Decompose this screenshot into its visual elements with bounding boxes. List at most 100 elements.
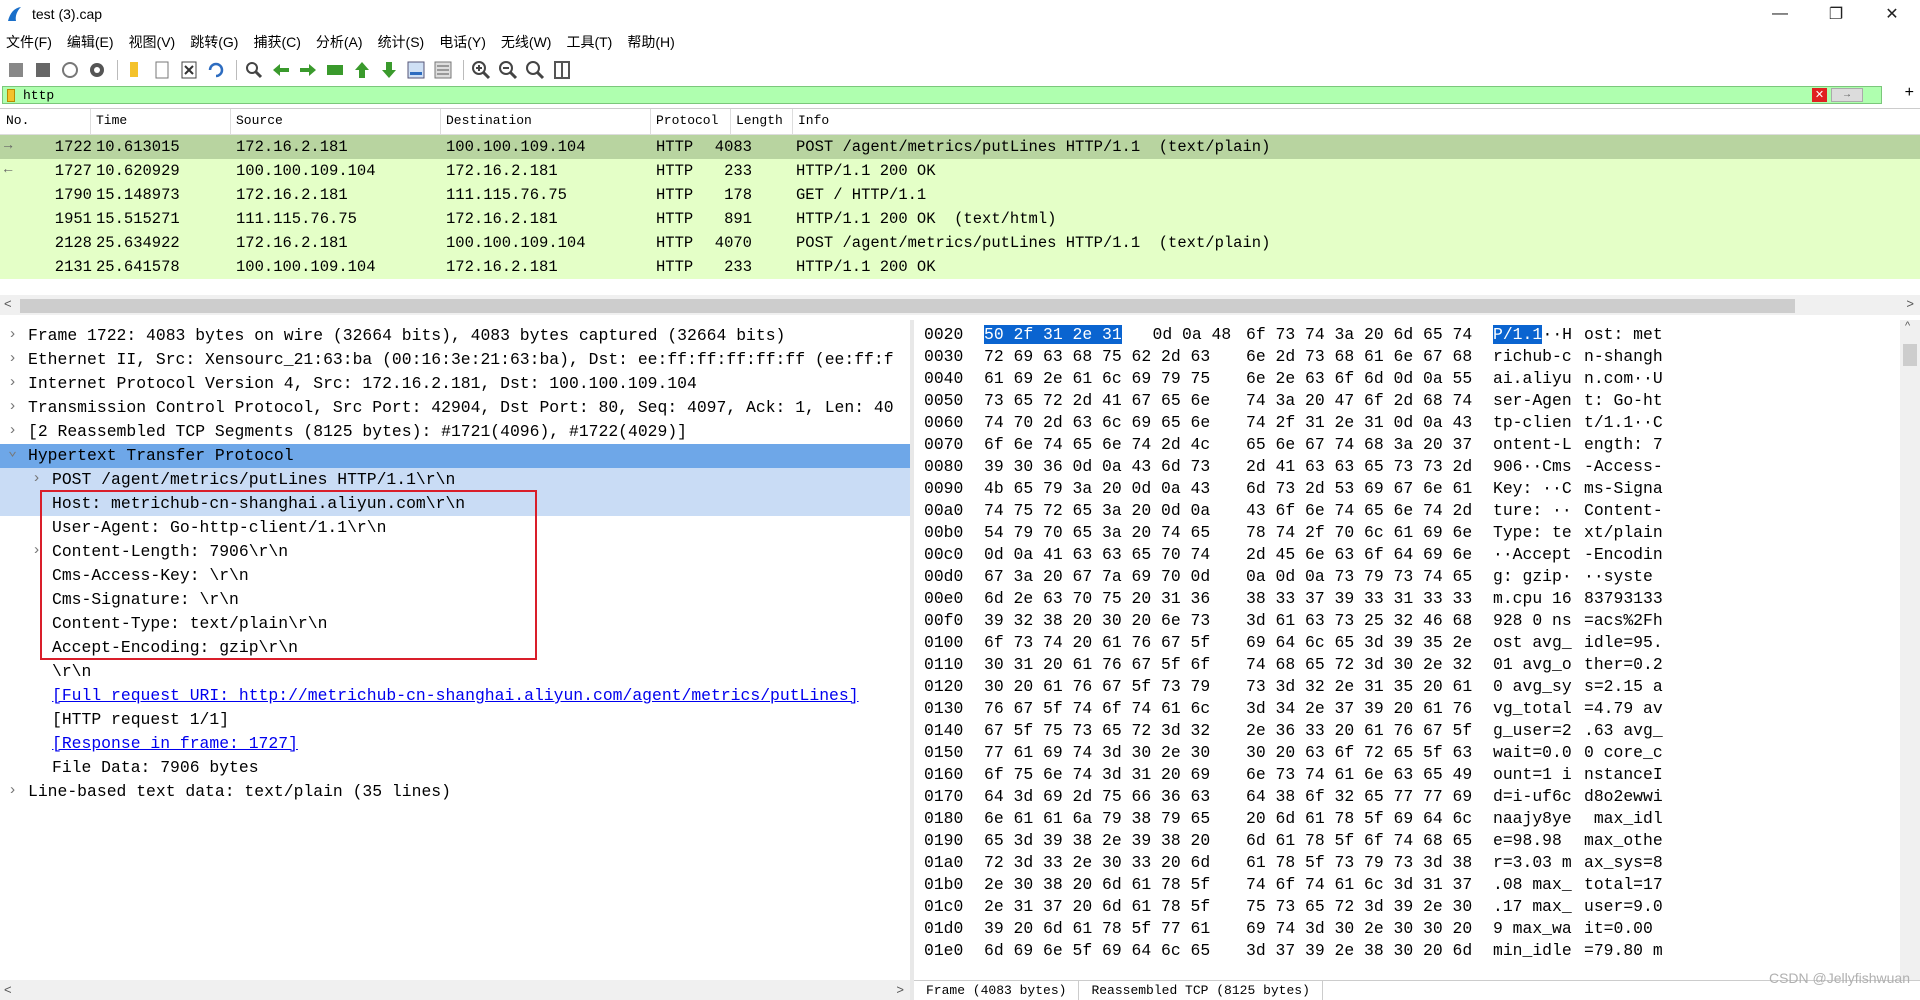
hex-row[interactable]: 01d0 39 20 6d 61 78 5f 77 61 69 74 3d 30 2…	[914, 918, 1914, 940]
column-header-info[interactable]: Info	[798, 113, 829, 128]
hex-row[interactable]: 0180 6e 61 61 6a 79 38 79 65 20 6d 61 78 5…	[914, 808, 1914, 830]
hex-row[interactable]: 01c0 2e 31 37 20 6d 61 78 5f 75 73 65 72 3…	[914, 896, 1914, 918]
hex-row[interactable]: 00d0 67 3a 20 67 7a 69 70 0d 0a 0d 0a 73 7…	[914, 566, 1914, 588]
capture-options-icon[interactable]	[85, 58, 109, 82]
column-separator[interactable]	[90, 109, 91, 135]
detail-tree-row[interactable]: › Internet Protocol Version 4, Src: 172.1…	[0, 372, 910, 396]
column-header-length[interactable]: Length	[736, 113, 783, 128]
open-file-icon[interactable]	[123, 58, 147, 82]
start-capture-icon[interactable]	[4, 58, 28, 82]
hex-row[interactable]: 0160 6f 75 6e 74 3d 31 20 69 6e 73 74 61 6…	[914, 764, 1914, 786]
collapsed-icon[interactable]: ›	[32, 470, 41, 487]
detail-tree-row[interactable]: [Response in frame: 1727]	[0, 732, 910, 756]
apply-filter-button[interactable]: →	[1831, 88, 1863, 102]
hex-row[interactable]: 0060 74 70 2d 63 6c 69 65 6e 74 2f 31 2e 3…	[914, 412, 1914, 434]
hex-row[interactable]: 0070 6f 6e 74 65 6e 74 2d 4c 65 6e 67 74 6…	[914, 434, 1914, 456]
hex-row[interactable]: 00f0 39 32 38 20 30 20 6e 73 3d 61 63 73 2…	[914, 610, 1914, 632]
save-file-icon[interactable]	[150, 58, 174, 82]
hex-row[interactable]: 0100 6f 73 74 20 61 76 67 5f 69 64 6c 65 3…	[914, 632, 1914, 654]
byte-tab-0[interactable]: Frame (4083 bytes)	[914, 981, 1080, 1000]
detail-tree-row[interactable]: [HTTP request 1/1]	[0, 708, 910, 732]
detail-tree-row[interactable]: › Line-based text data: text/plain (35 li…	[0, 780, 910, 804]
hex-row[interactable]: 00c0 0d 0a 41 63 63 65 70 74 2d 45 6e 63 6…	[914, 544, 1914, 566]
clear-filter-icon[interactable]: ✕	[1812, 88, 1827, 102]
detail-link[interactable]: [Response in frame: 1727]	[52, 734, 298, 753]
zoom-in-icon[interactable]	[469, 58, 493, 82]
column-separator[interactable]	[230, 109, 231, 135]
detail-link[interactable]: [Full request URI: http://metrichub-cn-s…	[52, 686, 859, 705]
detail-tree-row[interactable]: \r\n	[0, 660, 910, 684]
find-packet-icon[interactable]	[242, 58, 266, 82]
menu-item-10[interactable]: 帮助(H)	[627, 32, 674, 52]
scrollbar-thumb[interactable]	[1903, 344, 1917, 366]
scroll-left-icon[interactable]: <	[4, 982, 12, 997]
menu-item-2[interactable]: 视图(V)	[129, 32, 176, 52]
hex-row[interactable]: 0170 64 3d 69 2d 75 66 36 63 64 38 6f 32 6…	[914, 786, 1914, 808]
hex-row[interactable]: 0050 73 65 72 2d 41 67 65 6e 74 3a 20 47 6…	[914, 390, 1914, 412]
column-header-no[interactable]: No.	[6, 113, 29, 128]
go-to-packet-icon[interactable]	[323, 58, 347, 82]
column-header-source[interactable]: Source	[236, 113, 283, 128]
display-filter-input[interactable]	[23, 87, 1803, 103]
menu-item-8[interactable]: 无线(W)	[501, 32, 552, 52]
menu-item-5[interactable]: 分析(A)	[316, 32, 363, 52]
go-last-icon[interactable]	[377, 58, 401, 82]
stop-capture-icon[interactable]	[31, 58, 55, 82]
menu-item-4[interactable]: 捕获(C)	[253, 32, 300, 52]
hex-row[interactable]: 0120 30 20 61 76 67 5f 73 79 73 3d 32 2e 3…	[914, 676, 1914, 698]
packet-row[interactable]: 1790 15.148973 172.16.2.181 111.115.76.75 HT…	[0, 183, 1920, 207]
column-header-time[interactable]: Time	[96, 113, 127, 128]
hex-row[interactable]: 0040 61 69 2e 61 6c 69 79 75 6e 2e 63 6f 6…	[914, 368, 1914, 390]
hex-row[interactable]: 01e0 6d 69 6e 5f 69 64 6c 65 3d 37 39 2e 3…	[914, 940, 1914, 962]
scrollbar-thumb[interactable]	[20, 299, 1795, 313]
column-header-protocol[interactable]: Protocol	[656, 113, 718, 128]
detail-tree-row[interactable]: [Full request URI: http://metrichub-cn-s…	[0, 684, 910, 708]
collapsed-icon[interactable]: ›	[8, 374, 17, 391]
packet-list-scrollbar[interactable]: < >	[0, 295, 1920, 315]
packet-row[interactable]: ← 1727 10.620929 100.100.109.104 172.16.2.18…	[0, 159, 1920, 183]
packet-row[interactable]: 1951 15.515271 111.115.76.75 172.16.2.181 HT…	[0, 207, 1920, 231]
maximize-button[interactable]: ❐	[1808, 0, 1864, 28]
hex-row[interactable]: 0080 39 30 36 0d 0a 43 6d 73 2d 41 63 63 6…	[914, 456, 1914, 478]
column-separator[interactable]	[440, 109, 441, 135]
go-first-icon[interactable]	[350, 58, 374, 82]
scroll-up-icon[interactable]: ^	[1905, 320, 1910, 332]
zoom-out-icon[interactable]	[496, 58, 520, 82]
hex-row[interactable]: 01b0 2e 30 38 20 6d 61 78 5f 74 6f 74 61 6…	[914, 874, 1914, 896]
detail-tree-row[interactable]: › Frame 1722: 4083 bytes on wire (32664 b…	[0, 324, 910, 348]
hex-row[interactable]: 0130 76 67 5f 74 6f 74 61 6c 3d 34 2e 37 3…	[914, 698, 1914, 720]
packet-row[interactable]: → 1722 10.613015 172.16.2.181 100.100.109.10…	[0, 135, 1920, 159]
detail-tree-row[interactable]: File Data: 7906 bytes	[0, 756, 910, 780]
detail-tree-row[interactable]: ⌄ Hypertext Transfer Protocol	[0, 443, 910, 468]
detail-tree-row[interactable]: › Ethernet II, Src: Xensourc_21:63:ba (00…	[0, 348, 910, 372]
hex-row[interactable]: 00b0 54 79 70 65 3a 20 74 65 78 74 2f 70 6…	[914, 522, 1914, 544]
packet-row[interactable]: 2131 25.641578 100.100.109.104 172.16.2.181…	[0, 255, 1920, 279]
hex-row[interactable]: 0030 72 69 63 68 75 62 2d 63 6e 2d 73 68 6…	[914, 346, 1914, 368]
menu-item-0[interactable]: 文件(F)	[6, 32, 52, 52]
autoscroll-icon[interactable]	[404, 58, 428, 82]
menu-item-9[interactable]: 工具(T)	[566, 32, 612, 52]
bytes-scrollbar[interactable]: ^	[1900, 320, 1920, 980]
detail-tree-row[interactable]: › [2 Reassembled TCP Segments (8125 bytes…	[0, 420, 910, 444]
menu-item-3[interactable]: 跳转(G)	[190, 32, 238, 52]
resize-columns-icon[interactable]	[550, 58, 574, 82]
scroll-left-icon[interactable]: <	[4, 296, 12, 311]
column-header-destination[interactable]: Destination	[446, 113, 532, 128]
hex-row[interactable]: 0190 65 3d 39 38 2e 39 38 20 6d 61 78 5f 6…	[914, 830, 1914, 852]
hex-row[interactable]: 00e0 6d 2e 63 70 75 20 31 36 38 33 37 39 3…	[914, 588, 1914, 610]
reload-icon[interactable]	[204, 58, 228, 82]
hex-row[interactable]: 0110 30 31 20 61 76 67 5f 6f 74 68 65 72 3…	[914, 654, 1914, 676]
column-separator[interactable]	[792, 109, 793, 135]
close-file-icon[interactable]	[177, 58, 201, 82]
scroll-right-icon[interactable]: >	[1906, 296, 1914, 311]
collapsed-icon[interactable]: ›	[8, 398, 17, 415]
collapsed-icon[interactable]: ›	[8, 422, 17, 439]
menu-item-1[interactable]: 编辑(E)	[67, 32, 114, 52]
hex-row[interactable]: 0090 4b 65 79 3a 20 0d 0a 43 6d 73 2d 53 6…	[914, 478, 1914, 500]
collapsed-icon[interactable]: ›	[8, 350, 17, 367]
collapsed-icon[interactable]: ›	[8, 326, 17, 343]
hex-row[interactable]: 0150 77 61 69 74 3d 30 2e 30 30 20 63 6f 7…	[914, 742, 1914, 764]
hex-row[interactable]: 00a0 74 75 72 65 3a 20 0d 0a 43 6f 6e 74 6…	[914, 500, 1914, 522]
hex-row[interactable]: 0020 50 2f 31 2e 31 0d 0a 48 6f 73 74 3a 20…	[914, 324, 1914, 346]
scroll-right-icon[interactable]: >	[896, 982, 904, 997]
